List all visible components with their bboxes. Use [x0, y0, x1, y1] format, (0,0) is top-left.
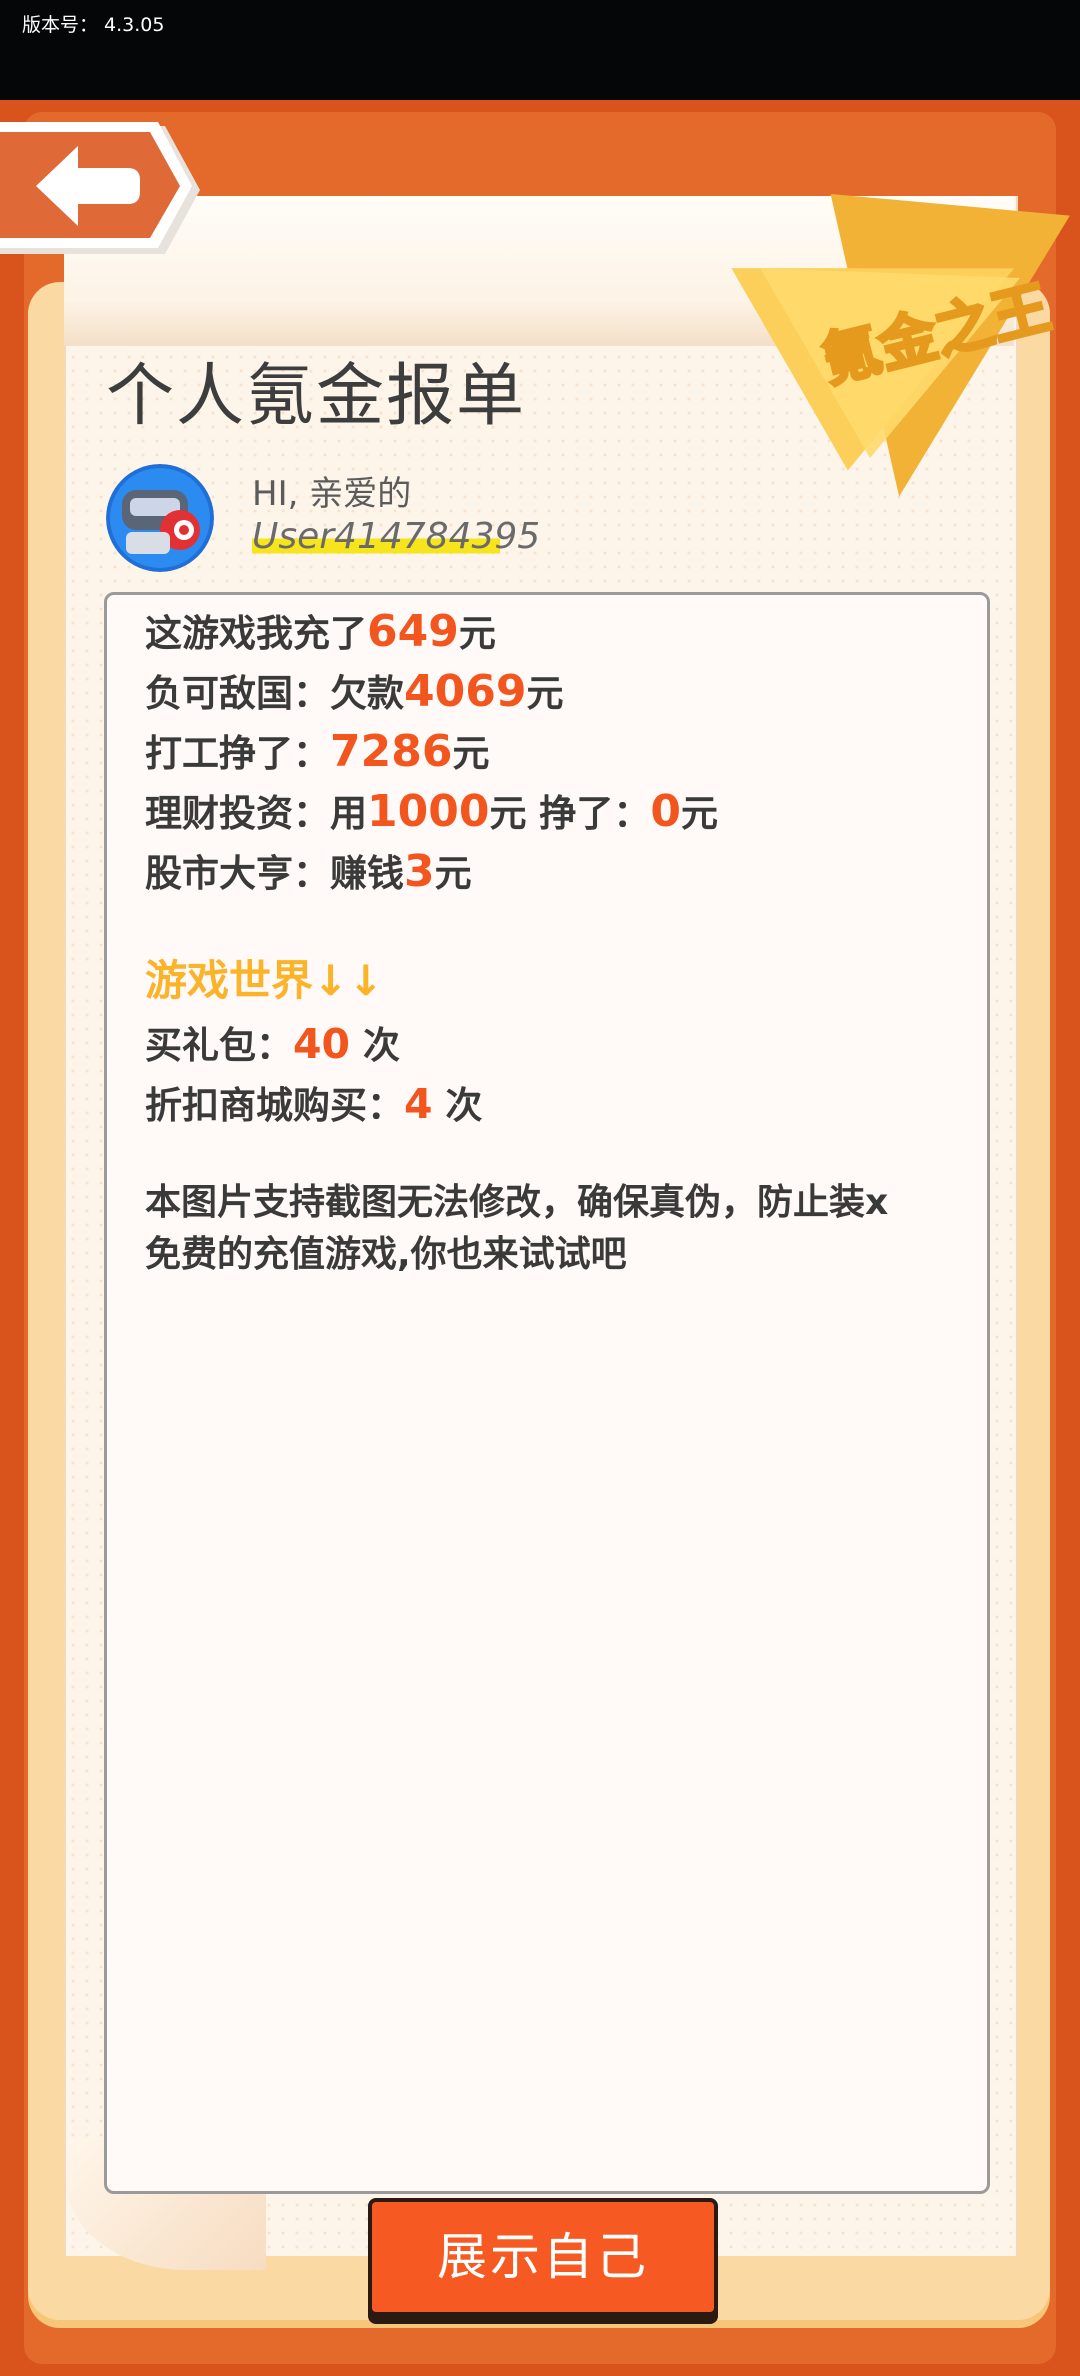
debt-line: 负可敌国：欠款4069元 — [145, 666, 564, 717]
gift-pack-line: 买礼包：40 次 — [145, 1020, 400, 1068]
page-title: 个人氪金报单 — [106, 357, 527, 436]
stock-line: 股市大亨：赚钱3元 — [145, 846, 472, 897]
avatar — [106, 464, 214, 572]
work-amount: 7286 — [330, 726, 453, 777]
discount-shop-line: 折扣商城购买：4 次 — [145, 1080, 483, 1128]
notice-line-1: 本图片支持截图无法修改，确保真伪，防止装x — [145, 1182, 889, 1223]
notice-line-2: 免费的充值游戏,你也来试试吧 — [145, 1234, 627, 1275]
discount-shop-count: 4 — [404, 1080, 433, 1128]
left-arrow-icon — [0, 122, 200, 254]
notice-text: 本图片支持截图无法修改，确保真伪，防止装x 免费的充值游戏,你也来试试吧 — [145, 1177, 965, 1281]
greeting-text: HI, 亲爱的 — [252, 474, 412, 514]
king-badge: 氪金之王 — [720, 168, 1080, 518]
robot-avatar-icon — [106, 464, 214, 572]
status-bar: 版本号： 4.3.05 — [0, 0, 1080, 100]
recharge-line: 这游戏我充了649元 — [145, 606, 496, 657]
debt-amount: 4069 — [404, 666, 527, 717]
back-button[interactable] — [0, 118, 200, 262]
work-line: 打工挣了：7286元 — [145, 726, 490, 777]
username-text: User414784395 — [252, 516, 541, 557]
report-card: 这游戏我充了649元 负可敌国：欠款4069元 打工挣了：7286元 理财投资：… — [104, 592, 990, 2194]
invest-used-amount: 1000 — [367, 786, 490, 837]
stock-amount: 3 — [404, 846, 435, 897]
game-world-heading: 游戏世界↓↓ — [145, 956, 384, 1005]
gift-pack-count: 40 — [293, 1020, 351, 1068]
recharge-amount: 649 — [367, 606, 459, 657]
invest-earned-amount: 0 — [650, 786, 681, 837]
version-label: 版本号： 4.3.05 — [22, 14, 165, 36]
show-yourself-button[interactable]: 展示自己 — [368, 2198, 718, 2316]
invest-line: 理财投资：用1000元 挣了：0元 — [145, 786, 718, 837]
